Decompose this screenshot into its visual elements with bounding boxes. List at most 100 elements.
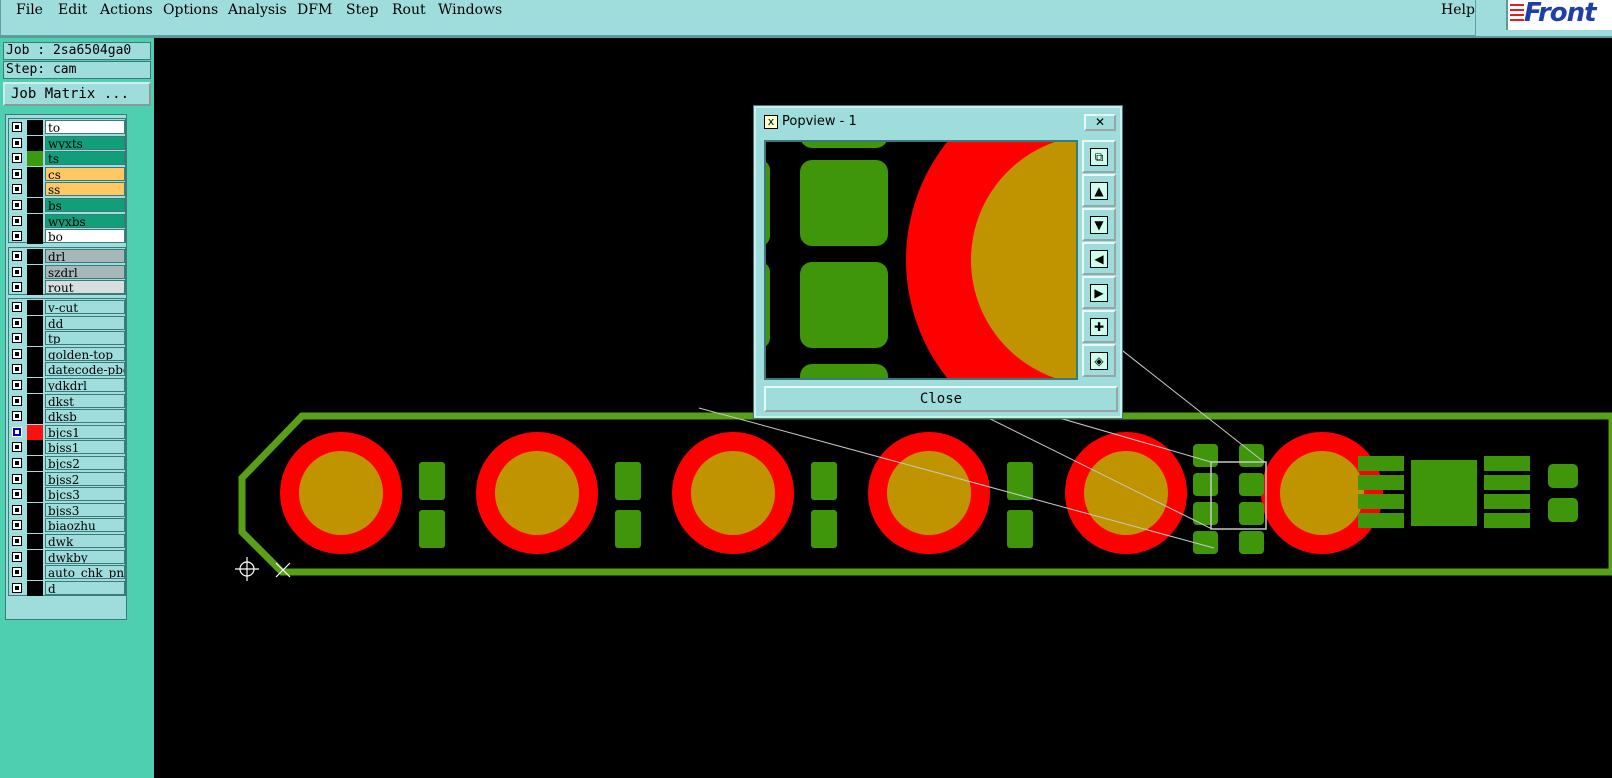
layer-row-dwkby[interactable]: dwkby <box>9 549 125 565</box>
layer-row-bo[interactable]: bo <box>9 229 125 245</box>
layer-checkbox[interactable] <box>12 380 22 390</box>
layer-row-ss[interactable]: ss <box>9 182 125 198</box>
pan-right-button[interactable]: ▶ <box>1082 276 1116 309</box>
layer-color-swatch[interactable] <box>27 120 43 135</box>
layer-row-bjcs1[interactable]: bjcs1 <box>9 424 125 440</box>
layer-color-swatch[interactable] <box>27 151 43 167</box>
layer-color-swatch[interactable] <box>27 182 43 198</box>
layer-name[interactable]: dd <box>45 315 125 330</box>
layer-checkbox[interactable] <box>12 395 22 406</box>
layer-color-swatch[interactable] <box>27 471 43 487</box>
layer-name[interactable]: drl <box>45 249 125 263</box>
layer-checkbox[interactable] <box>12 184 22 195</box>
layer-checkbox[interactable] <box>12 551 22 562</box>
layer-row-wyxbs[interactable]: wyxbs <box>9 213 125 229</box>
layer-color-swatch[interactable] <box>27 166 43 182</box>
layer-name[interactable]: dwkby <box>45 549 125 564</box>
pan-up-button[interactable]: ▲ <box>1082 174 1116 207</box>
layer-row-dkst[interactable]: dkst <box>9 393 125 409</box>
popview-close-x-button[interactable]: ✕ <box>1084 114 1116 131</box>
layer-row-rout[interactable]: rout <box>9 280 125 296</box>
layer-color-swatch[interactable] <box>27 440 43 456</box>
menu-file[interactable]: File <box>16 2 43 18</box>
layer-checkbox[interactable] <box>12 200 22 210</box>
layer-checkbox[interactable] <box>12 536 22 546</box>
pan-down-button[interactable]: ▼ <box>1082 208 1116 241</box>
layer-name[interactable]: ydkdrl <box>45 378 125 392</box>
layer-name[interactable]: dksb <box>45 409 125 424</box>
layer-color-swatch[interactable] <box>27 362 43 378</box>
layer-color-swatch[interactable] <box>27 135 43 151</box>
layer-row-bjss3[interactable]: bjss3 <box>9 502 125 518</box>
layer-name[interactable]: ts <box>45 151 125 166</box>
layer-checkbox[interactable] <box>12 489 22 500</box>
layer-color-swatch[interactable] <box>27 534 43 549</box>
layer-row-drl[interactable]: drl <box>9 249 125 264</box>
layer-name[interactable]: szdrl <box>45 264 125 279</box>
layer-name[interactable]: bjss3 <box>45 502 125 517</box>
popview-close-button[interactable]: Close <box>764 386 1118 412</box>
layer-checkbox[interactable] <box>12 458 22 468</box>
menu-analysis[interactable]: Analysis <box>228 2 287 18</box>
layer-checkbox[interactable] <box>12 520 22 531</box>
layer-name[interactable]: dkst <box>45 393 125 408</box>
layer-color-swatch[interactable] <box>27 198 43 213</box>
layer-color-swatch[interactable] <box>27 346 43 362</box>
layer-checkbox[interactable] <box>12 122 22 132</box>
layer-checkbox[interactable] <box>12 333 22 344</box>
layer-checkbox[interactable] <box>12 168 22 179</box>
popview-zoom-view[interactable] <box>764 140 1078 380</box>
layer-checkbox[interactable] <box>12 215 22 226</box>
zoom-out-button[interactable]: ◈ <box>1082 344 1116 377</box>
layer-color-swatch[interactable] <box>27 331 43 347</box>
layer-name[interactable]: cs <box>45 166 125 181</box>
menu-help[interactable]: Help <box>1441 2 1475 18</box>
layer-color-swatch[interactable] <box>27 393 43 409</box>
pan-left-button[interactable]: ◀ <box>1082 242 1116 275</box>
layer-color-swatch[interactable] <box>27 213 43 229</box>
layer-name[interactable]: d <box>45 580 125 595</box>
layer-name[interactable]: to <box>45 120 125 134</box>
menu-windows[interactable]: Windows <box>438 2 502 18</box>
layer-checkbox[interactable] <box>12 473 22 484</box>
layer-name[interactable]: v-cut <box>45 300 125 314</box>
layer-color-swatch[interactable] <box>27 409 43 425</box>
layer-checkbox[interactable] <box>12 153 22 164</box>
layer-row-dd[interactable]: dd <box>9 315 125 331</box>
layer-row-bjss2[interactable]: bjss2 <box>9 471 125 487</box>
layer-row-cs[interactable]: cs <box>9 166 125 182</box>
layer-checkbox[interactable] <box>12 231 22 242</box>
layer-checkbox[interactable] <box>12 302 22 312</box>
layer-checkbox[interactable] <box>12 266 22 277</box>
layer-checkbox[interactable] <box>12 282 22 293</box>
layer-color-swatch[interactable] <box>27 502 43 518</box>
layer-name[interactable]: datecode-pbo <box>45 362 125 377</box>
layer-name[interactable]: rout <box>45 280 125 295</box>
layer-row-golden-top[interactable]: golden-top <box>9 346 125 362</box>
layer-name[interactable]: auto_chk_pn <box>45 565 125 580</box>
zoom-window-button[interactable]: ⧉ <box>1082 140 1116 173</box>
menu-edit[interactable]: Edit <box>58 2 87 18</box>
menu-step[interactable]: Step <box>346 2 378 18</box>
layer-color-swatch[interactable] <box>27 280 43 296</box>
layer-name[interactable]: wyxts <box>45 135 125 150</box>
layer-row-datecode-pbo[interactable]: datecode-pbo <box>9 362 125 378</box>
layer-color-swatch[interactable] <box>27 378 43 393</box>
layer-color-swatch[interactable] <box>27 580 43 596</box>
layer-row-v-cut[interactable]: v-cut <box>9 300 125 315</box>
layer-row-ydkdrl[interactable]: ydkdrl <box>9 378 125 393</box>
layer-checkbox[interactable] <box>12 442 22 453</box>
layer-checkbox[interactable] <box>12 364 22 375</box>
job-matrix-button[interactable]: Job Matrix ... <box>3 82 151 106</box>
layer-row-wyxts[interactable]: wyxts <box>9 135 125 151</box>
layer-row-dwk[interactable]: dwk <box>9 534 125 549</box>
layer-row-szdrl[interactable]: szdrl <box>9 264 125 280</box>
layer-name[interactable]: golden-top <box>45 346 125 361</box>
layer-name[interactable]: bo <box>45 229 125 244</box>
layer-name[interactable]: bs <box>45 198 125 212</box>
layer-name[interactable]: bjss1 <box>45 440 125 455</box>
layer-color-swatch[interactable] <box>27 249 43 264</box>
layer-name[interactable]: wyxbs <box>45 213 125 228</box>
layer-row-d[interactable]: d <box>9 580 125 596</box>
layer-color-swatch[interactable] <box>27 315 43 331</box>
